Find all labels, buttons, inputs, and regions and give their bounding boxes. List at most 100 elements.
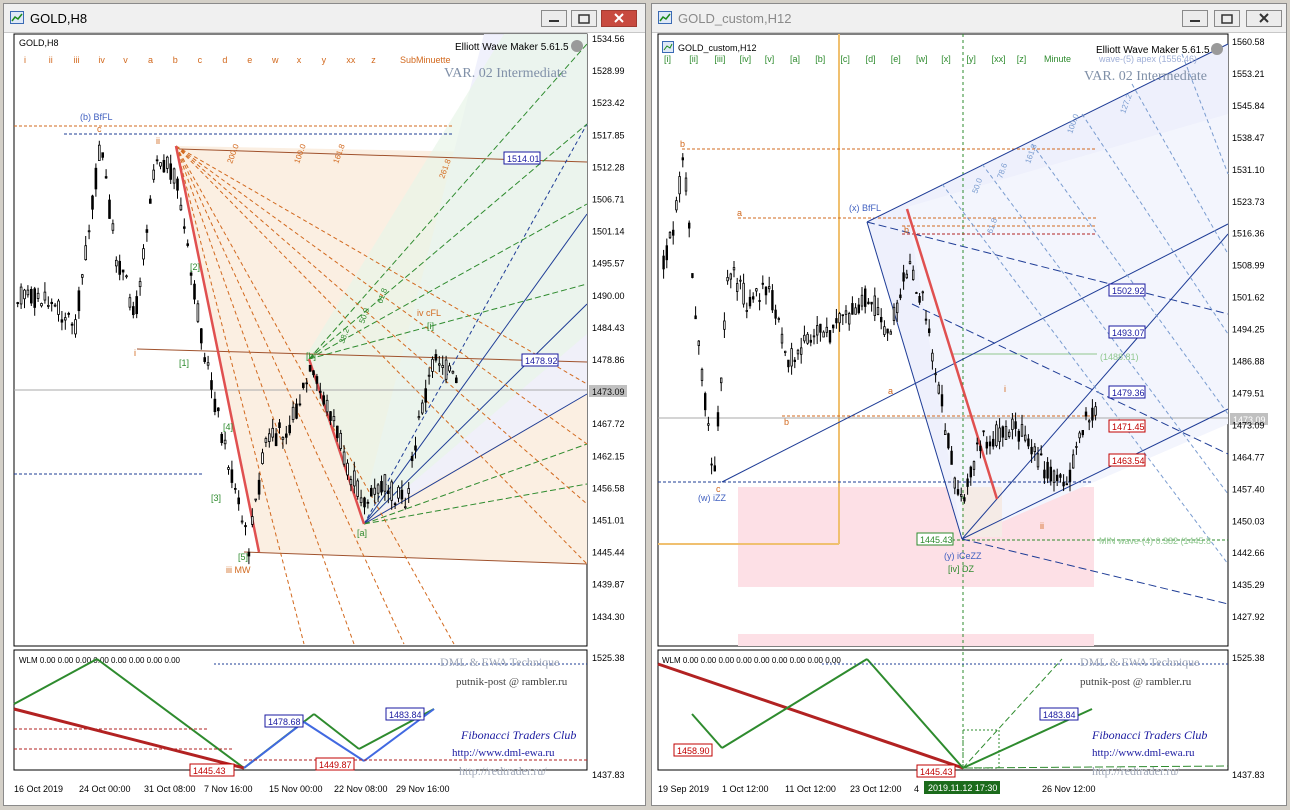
date-tick-label: 15 Nov 00:00	[269, 784, 323, 794]
wave-menu-item[interactable]: [iv]	[740, 54, 752, 64]
wave-menu-item[interactable]: a	[148, 55, 153, 65]
wave-menu-item[interactable]: d	[222, 55, 227, 65]
wave-menu-item[interactable]: i	[24, 55, 26, 65]
candle-body	[47, 305, 50, 307]
wave-menu-item[interactable]: [d]	[866, 54, 876, 64]
wave-label: [i]	[427, 321, 434, 331]
right-chart-canvas[interactable]: 1502.92 1493.07 1479.36 1471.45 1463.54 …	[652, 4, 1288, 807]
wave-degree-menu[interactable]: [i] [ii] [iii] [iv] [v] [a] [b] [c] [d] [e] [w] [x]…	[664, 54, 1026, 64]
credit-text: DML & EWA Technique	[440, 655, 559, 669]
candle-body	[1036, 453, 1040, 468]
candle-body	[739, 279, 742, 282]
price-tick-label: 1445.44	[592, 548, 625, 558]
candle-body	[264, 438, 268, 443]
chart-type-icon[interactable]	[662, 41, 674, 53]
candle-body	[1027, 438, 1030, 447]
candle-body	[1081, 430, 1085, 436]
candle-body	[1046, 461, 1049, 479]
candle-body	[828, 330, 832, 343]
credit-link[interactable]: http://redtrader.ru/	[1092, 764, 1180, 778]
wave-menu-item[interactable]: z	[371, 55, 376, 65]
date-tick-label: 31 Oct 08:00	[144, 784, 196, 794]
price-tick-label: 1473.09	[1232, 420, 1265, 430]
price-tick-label: 1450.03	[1232, 516, 1265, 526]
degree-label[interactable]: SubMinuette	[400, 55, 451, 65]
price-tick-label: 1506.71	[592, 195, 625, 205]
candle-body	[771, 290, 774, 311]
indicator-gear-icon[interactable]	[1211, 43, 1223, 55]
wave-menu-item[interactable]: w	[271, 55, 279, 65]
candle-body	[815, 325, 819, 336]
candle-body	[64, 317, 67, 321]
wave-menu-item[interactable]: e	[247, 55, 252, 65]
credit-link[interactable]: http://www.dml-ewa.ru	[452, 747, 555, 759]
candle-body	[950, 450, 953, 465]
chart-window-gold-h8[interactable]: GOLD,H8 1514.01 1478.92 1473.09 (b) BfFL…	[3, 3, 646, 806]
variant-label: VAR. 02 Intermediate	[444, 66, 567, 81]
candle-body	[16, 302, 20, 304]
price-tick-label: 1495.57	[592, 259, 625, 269]
wave-degree-menu[interactable]: i ii iii iv v a b c d e w x y xx z	[24, 55, 376, 65]
wave-menu-item[interactable]: [v]	[765, 54, 775, 64]
wave-menu-item[interactable]: [z]	[1017, 54, 1027, 64]
price-box-label: 1471.45	[1112, 422, 1145, 432]
degree-label[interactable]: Minute	[1044, 54, 1071, 64]
candle-body	[671, 229, 675, 236]
candle-body	[36, 292, 40, 299]
wave-label: iii MW	[226, 565, 251, 575]
price-tick-label: 1435.29	[1232, 580, 1265, 590]
wave-menu-item[interactable]: [e]	[891, 54, 901, 64]
credit-link[interactable]: http://redtrader.ru/	[459, 764, 547, 778]
candle-body	[424, 388, 427, 403]
wave-menu-item[interactable]: [b]	[815, 54, 825, 64]
candle-body	[363, 497, 366, 508]
wave-menu-item[interactable]: [i]	[664, 54, 671, 64]
wave-menu-item[interactable]: v	[123, 55, 128, 65]
wave-label: [2]	[190, 262, 200, 272]
credit-text: putnik-post @ rambler.ru	[456, 676, 568, 688]
wave-menu-item[interactable]: b	[173, 55, 178, 65]
candle-body	[969, 466, 973, 478]
candle-body	[857, 304, 861, 314]
wave-menu-item[interactable]: x	[297, 55, 302, 65]
wave-menu-item[interactable]: ii	[49, 55, 53, 65]
sub-price-label: 1458.90	[677, 746, 710, 756]
wave-menu-item[interactable]: [a]	[790, 54, 800, 64]
wave-menu-item[interactable]: xx	[346, 55, 356, 65]
wave-menu-item[interactable]: y	[322, 55, 327, 65]
candle-body	[410, 455, 414, 462]
wave-label: [iv] DZ	[948, 564, 975, 574]
wave-menu-item[interactable]: [w]	[916, 54, 928, 64]
wave-menu-item[interactable]: iii	[74, 55, 80, 65]
candle-body	[135, 296, 139, 315]
wave-menu-item[interactable]: [ii]	[689, 54, 698, 64]
chart-window-gold-custom-h12[interactable]: GOLD_custom,H12 1502.92 1493.07 1479.36 …	[651, 3, 1287, 806]
wave-menu-item[interactable]: [x]	[941, 54, 951, 64]
candle-body	[1043, 469, 1046, 479]
indicator-gear-icon[interactable]	[571, 40, 583, 52]
price-tick-label: 1464.77	[1232, 452, 1265, 462]
credit-text: Fibonacci Traders Club	[1091, 728, 1207, 742]
wave-label: iv cFL	[417, 308, 441, 318]
wave-menu-item[interactable]: [iii]	[714, 54, 725, 64]
wave-menu-item[interactable]: iv	[98, 55, 105, 65]
candle-body	[1087, 420, 1091, 423]
candle-body	[145, 229, 149, 233]
candle-body	[694, 315, 697, 320]
indicator-name: Elliott Wave Maker 5.61.5	[1096, 45, 1210, 56]
candle-body	[441, 365, 444, 368]
wave-menu-item[interactable]: [xx]	[992, 54, 1006, 64]
candle-body	[1007, 431, 1011, 437]
candle-body	[1033, 446, 1037, 452]
price-tick-label: 1484.43	[592, 323, 625, 333]
credit-link[interactable]: http://www.dml-ewa.ru	[1092, 747, 1195, 759]
candle-body	[373, 487, 376, 495]
wave-menu-item[interactable]: [y]	[966, 54, 976, 64]
wave-menu-item[interactable]: [c]	[840, 54, 850, 64]
left-chart-canvas[interactable]: 1514.01 1478.92 1473.09 (b) BfFL c ii i …	[4, 4, 647, 807]
candle-body	[879, 316, 883, 323]
candle-body	[883, 326, 886, 335]
candle-body	[159, 162, 162, 167]
wave-menu-item[interactable]: c	[198, 55, 203, 65]
candle-body	[803, 334, 806, 342]
